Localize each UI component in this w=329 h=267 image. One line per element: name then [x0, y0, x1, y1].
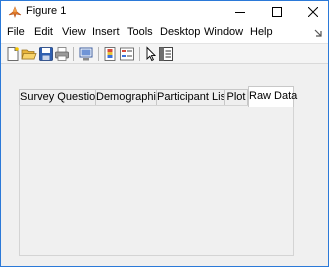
print-icon[interactable]: [54, 46, 70, 62]
tab-raw-data[interactable]: Raw Data: [248, 86, 297, 107]
menu-bar: File Edit View Insert Tools Desktop Wind…: [1, 23, 328, 43]
tab-group: Survey Questions Demographic Participant…: [19, 86, 297, 258]
tab-panel: [19, 105, 294, 256]
menu-window[interactable]: Window: [204, 26, 243, 38]
figure-toolbar: [1, 43, 328, 64]
dock-arrow-icon[interactable]: [312, 27, 324, 39]
toolbar-separator: [139, 47, 140, 61]
link-plot-icon[interactable]: [78, 46, 94, 62]
toolbar-separator: [98, 47, 99, 61]
menu-tools[interactable]: Tools: [127, 26, 153, 38]
figure-window: Figure 1 File Edit View Insert Tools Des…: [0, 0, 329, 267]
title-bar[interactable]: Figure 1: [1, 1, 328, 23]
menu-edit[interactable]: Edit: [34, 26, 53, 38]
menu-help[interactable]: Help: [250, 26, 273, 38]
toolbar-separator: [73, 47, 74, 61]
tab-demographic[interactable]: Demographic: [95, 89, 161, 106]
matlab-icon: [8, 5, 22, 19]
maximize-button[interactable]: [262, 1, 292, 23]
tab-participant-list[interactable]: Participant List: [156, 89, 229, 106]
minimize-button[interactable]: [225, 1, 255, 23]
legend-icon[interactable]: [119, 46, 135, 62]
save-icon[interactable]: [38, 46, 54, 62]
edit-plot-arrow-icon[interactable]: [143, 46, 159, 62]
menu-view[interactable]: View: [62, 26, 86, 38]
menu-insert[interactable]: Insert: [92, 26, 120, 38]
close-icon: [308, 7, 318, 17]
colorbar-icon[interactable]: [102, 46, 118, 62]
new-figure-icon[interactable]: [5, 46, 21, 62]
minimize-icon: [235, 12, 245, 13]
close-button[interactable]: [298, 1, 328, 23]
maximize-icon: [272, 7, 282, 17]
property-inspector-icon[interactable]: [158, 46, 174, 62]
tab-plot[interactable]: Plot: [224, 89, 248, 106]
menu-file[interactable]: File: [7, 26, 25, 38]
figure-canvas: Survey Questions Demographic Participant…: [1, 64, 328, 266]
tab-survey-questions[interactable]: Survey Questions: [19, 89, 107, 106]
window-title: Figure 1: [26, 5, 67, 17]
menu-desktop[interactable]: Desktop: [160, 26, 200, 38]
open-file-icon[interactable]: [21, 46, 37, 62]
